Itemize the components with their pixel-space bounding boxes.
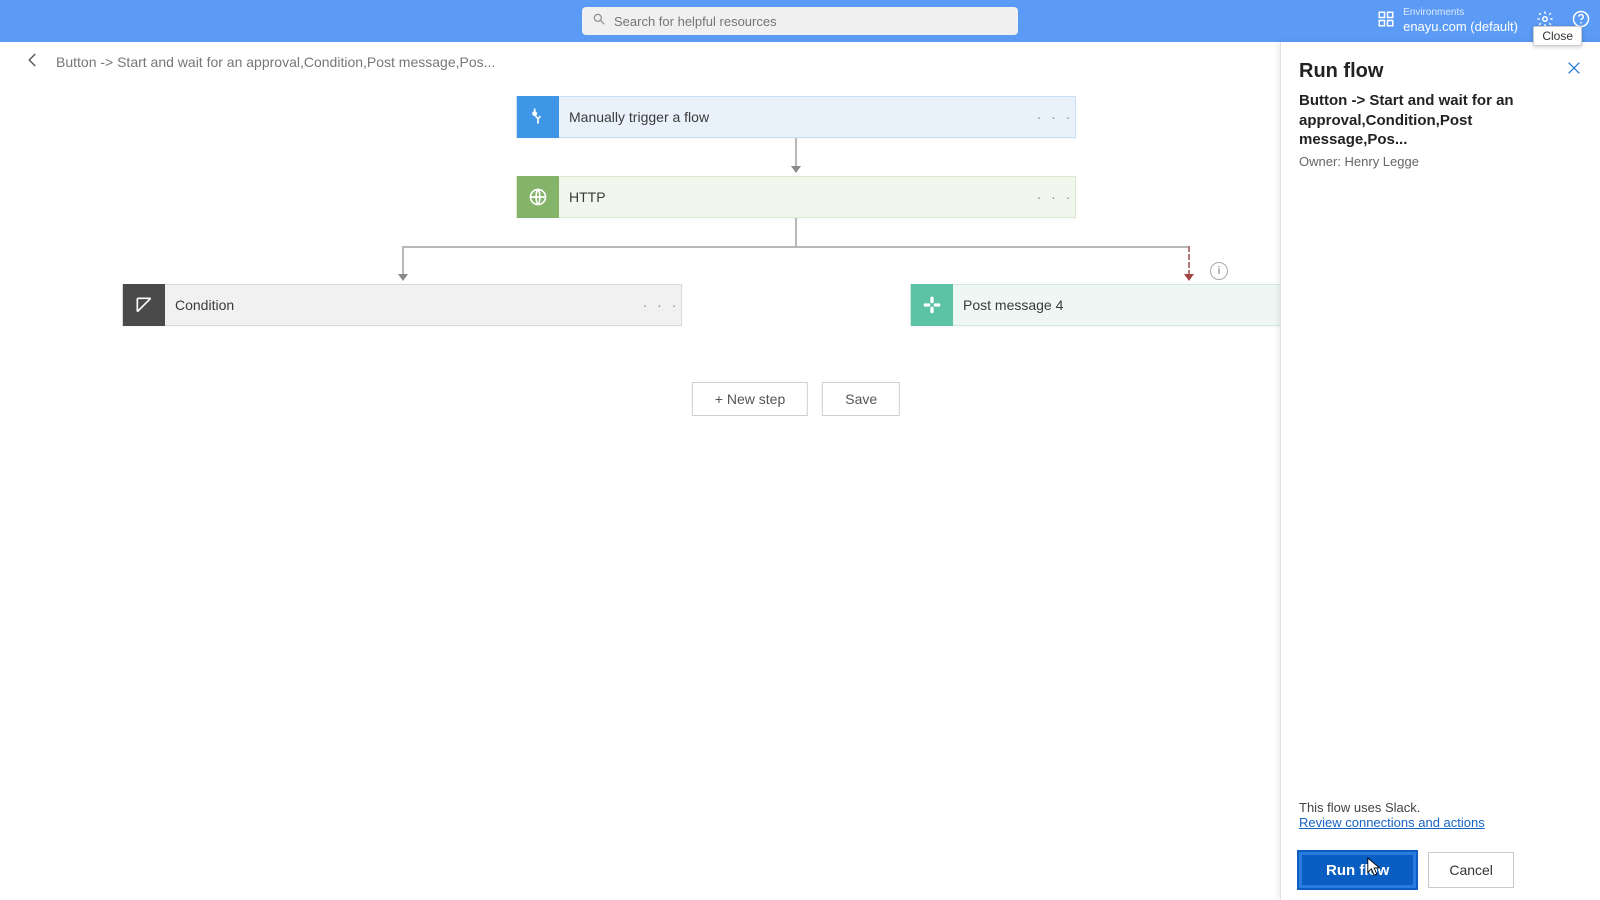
card-trigger-title: Manually trigger a flow [559, 109, 1035, 125]
environment-name: enayu.com (default) [1403, 19, 1518, 35]
trigger-icon [517, 96, 559, 138]
app-header: Environments enayu.com (default) Close [0, 0, 1600, 42]
card-trigger[interactable]: Manually trigger a flow · · · [516, 96, 1076, 138]
review-connections-link[interactable]: Review connections and actions [1299, 815, 1582, 830]
connector-line [795, 218, 797, 246]
breadcrumb-title: Button -> Start and wait for an approval… [56, 54, 495, 70]
search-icon [592, 12, 606, 31]
connector-dashed-line [1188, 246, 1190, 276]
panel-title: Run flow [1299, 60, 1383, 83]
search-box[interactable] [582, 7, 1018, 35]
http-icon [517, 176, 559, 218]
card-condition[interactable]: Condition · · · [122, 284, 682, 326]
panel-owner: Owner: Henry Legge [1299, 154, 1582, 169]
connector-line [402, 246, 1190, 248]
card-http-menu[interactable]: · · · [1035, 189, 1075, 205]
condition-icon [123, 284, 165, 326]
new-step-button[interactable]: + New step [692, 382, 808, 416]
back-arrow-icon[interactable] [24, 51, 42, 72]
card-trigger-menu[interactable]: · · · [1035, 109, 1075, 125]
environment-icon [1377, 10, 1395, 33]
cancel-button[interactable]: Cancel [1428, 852, 1514, 888]
arrow-down-icon [791, 166, 801, 173]
slack-icon [911, 284, 953, 326]
close-tooltip: Close [1533, 26, 1582, 46]
arrow-down-icon [398, 274, 408, 281]
panel-note: This flow uses Slack. [1299, 800, 1582, 815]
search-input[interactable] [614, 14, 1008, 29]
card-condition-menu[interactable]: · · · [641, 297, 681, 313]
run-flow-button[interactable]: Run flow [1299, 852, 1416, 888]
card-condition-title: Condition [165, 297, 641, 313]
run-flow-panel: Run flow Button -> Start and wait for an… [1280, 42, 1600, 900]
flow-canvas: Manually trigger a flow · · · HTTP · · ·… [0, 82, 1280, 900]
connector-line [795, 138, 797, 168]
arrow-down-dashed-icon [1184, 274, 1194, 281]
connector-line [402, 246, 404, 276]
close-icon[interactable] [1566, 60, 1582, 81]
environment-picker[interactable]: Environments enayu.com (default) [1377, 7, 1518, 35]
save-button[interactable]: Save [822, 382, 900, 416]
panel-subtitle: Button -> Start and wait for an approval… [1299, 91, 1582, 150]
environment-label: Environments [1403, 7, 1518, 19]
card-http-title: HTTP [559, 189, 1035, 205]
canvas-actions: + New step Save [692, 382, 900, 416]
info-icon[interactable]: i [1210, 262, 1228, 280]
card-http[interactable]: HTTP · · · [516, 176, 1076, 218]
